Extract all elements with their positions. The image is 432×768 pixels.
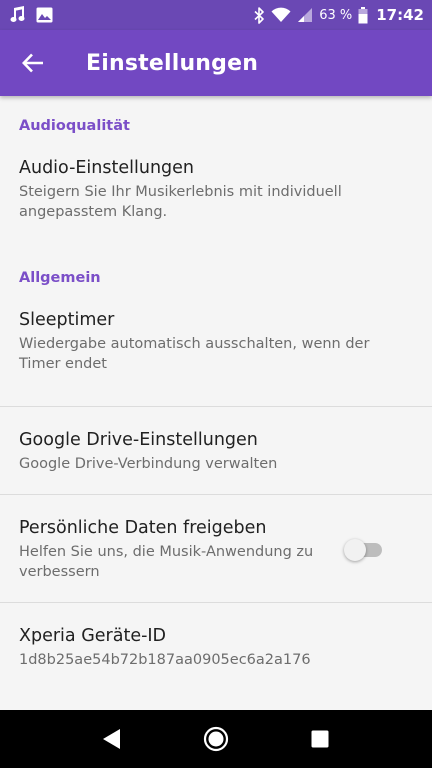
pref-xperia-device-id[interactable]: Xperia Geräte-ID 1d8b25ae54b72b187aa0905… — [0, 603, 432, 698]
status-bar: 63 % 17:42 — [0, 0, 432, 30]
app-bar: Einstellungen — [0, 30, 432, 96]
status-time: 17:42 — [376, 6, 424, 24]
settings-list[interactable]: Audioqualität Audio-Einstellungen Steige… — [0, 96, 432, 710]
status-right: 63 % 17:42 — [254, 6, 424, 24]
arrow-back-icon — [22, 53, 44, 73]
pref-summary: Wiedergabe automatisch ausschalten, wenn… — [19, 336, 370, 372]
pref-title: Google Drive-Einstellungen — [19, 430, 258, 450]
nav-recents-button[interactable] — [295, 714, 345, 764]
bluetooth-icon — [254, 6, 265, 24]
status-left — [10, 6, 53, 24]
screen: 63 % 17:42 Einstellungen Audioqualität A… — [0, 0, 432, 768]
toggle-thumb — [344, 539, 366, 561]
pref-title: Persönliche Daten freigeben — [19, 518, 267, 538]
pref-share-personal-data[interactable]: Persönliche Daten freigeben Helfen Sie u… — [0, 495, 432, 602]
nav-home-button[interactable] — [191, 714, 241, 764]
pref-summary: 1d8b25ae54b72b187aa0905ec6a2a176 — [19, 652, 311, 668]
music-note-icon — [10, 6, 26, 24]
signal-icon — [297, 7, 313, 23]
page-title: Einstellungen — [86, 50, 259, 76]
back-button[interactable] — [0, 30, 66, 96]
recents-square-icon — [311, 730, 329, 748]
section-header-general: Allgemein — [19, 270, 101, 286]
image-icon — [36, 7, 53, 23]
pref-summary: Google Drive-Verbindung verwalten — [19, 456, 278, 472]
pref-title: Xperia Geräte-ID — [19, 626, 167, 646]
pref-google-drive[interactable]: Google Drive-Einstellungen Google Drive-… — [0, 407, 432, 494]
pref-audio-settings[interactable]: Audio-Einstellungen Steigern Sie Ihr Mus… — [0, 134, 432, 270]
share-data-toggle[interactable] — [344, 535, 384, 561]
home-circle-icon — [203, 726, 229, 752]
wifi-icon — [271, 7, 291, 23]
pref-sleeptimer[interactable]: Sleeptimer Wiedergabe automatisch aussch… — [0, 286, 432, 406]
pref-summary: Helfen Sie uns, die Musik-Anwendung zu v… — [19, 544, 314, 580]
back-triangle-icon — [102, 728, 122, 750]
section-header-audio: Audioqualität — [19, 118, 130, 134]
nav-back-button[interactable] — [87, 714, 137, 764]
pref-title: Audio-Einstellungen — [19, 158, 195, 178]
battery-percent: 63 % — [319, 7, 353, 23]
pref-title: Sleeptimer — [19, 310, 115, 330]
pref-summary: Steigern Sie Ihr Musikerlebnis mit indiv… — [19, 184, 342, 220]
battery-icon — [358, 6, 368, 24]
navigation-bar — [0, 710, 432, 768]
